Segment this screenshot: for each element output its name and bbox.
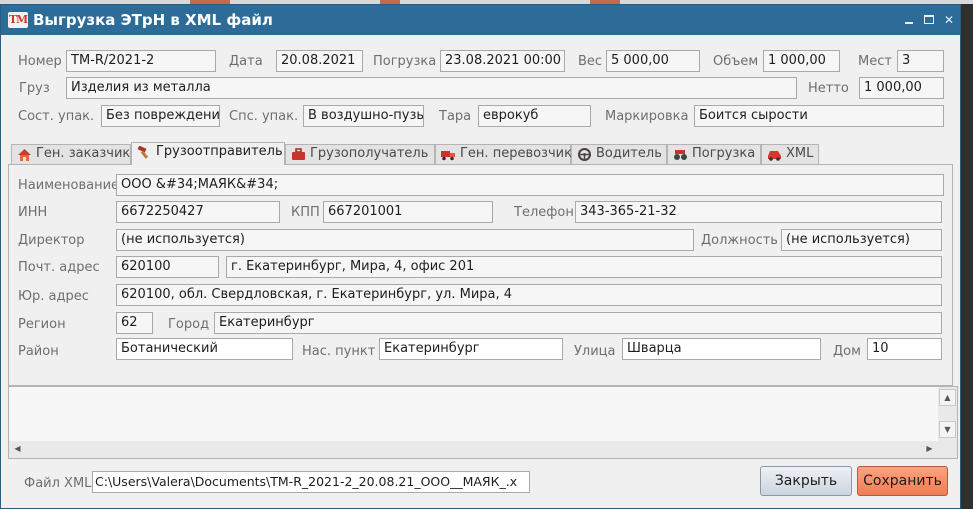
tab-label: Ген. перевозчик [460, 146, 572, 161]
scroll-left-icon[interactable]: ◀ [9, 441, 26, 458]
loading-icon [674, 150, 687, 160]
tab-general-customer[interactable]: Ген. заказчик [11, 144, 131, 164]
tab-loading[interactable]: Погрузка [667, 144, 761, 164]
director-field[interactable]: (не используется) [116, 229, 694, 251]
tab-label: Погрузка [692, 146, 756, 161]
postal-address-label: Почт. адрес [18, 260, 100, 275]
cargo-field[interactable]: Изделия из металла [66, 77, 797, 99]
city-label: Город [168, 317, 210, 332]
name-label: Наименование [18, 178, 120, 193]
net-field[interactable]: 1 000,00 [859, 77, 944, 99]
inn-label: ИНН [18, 205, 48, 220]
weight-label: Вес [578, 54, 603, 69]
kpp-field[interactable]: 667201001 [323, 201, 493, 223]
tab-driver[interactable]: Водитель [571, 144, 667, 164]
region-label: Регион [18, 317, 66, 332]
phone-field[interactable]: 343-365-21-32 [575, 201, 942, 223]
street-label: Улица [574, 344, 616, 359]
net-label: Нетто [808, 81, 849, 96]
tab-xml[interactable]: XML [761, 144, 819, 164]
app-logo-icon: ТМ [8, 12, 28, 28]
position-label: Должность [701, 233, 778, 248]
tab-shipper[interactable]: Грузоотправитель [131, 142, 285, 165]
house-label: Дом [833, 344, 861, 359]
weight-field[interactable]: 5 000,00 [606, 50, 700, 72]
postal-address-field[interactable]: г. Екатеринбург, Мира, 4, офис 201 [226, 256, 942, 278]
date-field[interactable]: 20.08.2021 [276, 50, 363, 72]
house-field[interactable]: 10 [867, 338, 942, 360]
container-label: Тара [439, 109, 472, 124]
inn-field[interactable]: 6672250427 [116, 201, 280, 223]
tab-label: Водитель [596, 146, 662, 161]
car-icon [768, 151, 781, 161]
shipper-panel: Наименование ООО &#34;МАЯК&#34; ИНН 6672… [8, 164, 953, 386]
name-field[interactable]: ООО &#34;МАЯК&#34; [116, 174, 944, 196]
number-label: Номер [18, 54, 62, 69]
scroll-right-icon[interactable]: ▶ [921, 441, 938, 458]
kpp-label: КПП [291, 205, 320, 220]
close-icon[interactable]: ✕ [942, 13, 956, 27]
xml-file-label: Файл XML [24, 476, 92, 491]
phone-label: Телефон [514, 205, 574, 220]
city-field[interactable]: Екатеринбург [214, 312, 942, 334]
hammer-icon [137, 146, 149, 159]
log-memo[interactable]: ▲ ▼ ◀ ▶ [8, 386, 958, 459]
locality-label: Нас. пункт [302, 344, 376, 359]
tab-general-carrier[interactable]: Ген. перевозчик [435, 144, 572, 164]
loading-date-label: Погрузка [373, 54, 437, 69]
maximize-icon[interactable] [922, 13, 936, 27]
tab-label: Грузоотправитель [156, 144, 283, 159]
scroll-up-icon[interactable]: ▲ [939, 389, 956, 406]
date-label: Дата [229, 54, 263, 69]
director-label: Директор [18, 233, 85, 248]
places-label: Мест [858, 54, 892, 69]
xml-file-path-field[interactable]: C:\Users\Valera\Documents\TM-R_2021-2_20… [92, 471, 530, 493]
marking-field[interactable]: Боится сырости [694, 105, 944, 127]
container-field[interactable]: еврокуб [478, 105, 591, 127]
pack-state-label: Сост. упак. [18, 109, 95, 124]
tab-label: Ген. заказчик [36, 146, 131, 161]
volume-label: Объем [713, 54, 759, 69]
locality-field[interactable]: Екатеринбург [379, 338, 563, 360]
district-field[interactable]: Ботанический [116, 338, 293, 360]
volume-field[interactable]: 1 000,00 [763, 50, 840, 72]
tab-label: Грузополучатель [310, 146, 429, 161]
window-title: Выгрузка ЭТрН в XML файл [33, 11, 273, 29]
tab-consignee[interactable]: Грузополучатель [285, 144, 435, 164]
street-field[interactable]: Шварца [622, 338, 821, 360]
steering-wheel-icon [578, 148, 591, 161]
loading-date-field[interactable]: 23.08.2021 00:00 [440, 50, 565, 72]
marking-label: Маркировка [605, 109, 689, 124]
suitcase-icon [292, 148, 305, 160]
pack-method-field[interactable]: В воздушно-пузыр [303, 105, 424, 127]
postal-index-field[interactable]: 620100 [116, 256, 219, 278]
close-button[interactable]: Закрыть [760, 466, 852, 496]
pack-method-label: Спс. упак. [229, 109, 299, 124]
region-field[interactable]: 62 [116, 312, 153, 334]
vertical-scrollbar[interactable]: ▲ ▼ [938, 387, 957, 458]
places-field[interactable]: 3 [897, 50, 944, 72]
scroll-down-icon[interactable]: ▼ [939, 421, 956, 438]
pack-state-field[interactable]: Без повреждений [101, 105, 220, 127]
legal-address-label: Юр. адрес [18, 289, 89, 304]
save-button[interactable]: Сохранить [857, 466, 948, 496]
tab-label: XML [786, 146, 814, 161]
cargo-label: Груз [19, 81, 50, 96]
position-field[interactable]: (не используется) [781, 229, 942, 251]
district-label: Район [18, 344, 59, 359]
legal-address-field[interactable]: 620100, обл. Свердловская, г. Екатеринбу… [116, 284, 942, 306]
horizontal-scrollbar[interactable]: ◀ ▶ [9, 441, 939, 458]
minimize-icon[interactable] [902, 13, 916, 27]
house-icon [18, 149, 31, 161]
truck-icon [441, 151, 455, 161]
export-window: ТМ Выгрузка ЭТрН в XML файл ✕ Номер TM-R… [0, 4, 961, 509]
title-bar[interactable]: ТМ Выгрузка ЭТрН в XML файл ✕ [1, 5, 960, 35]
number-field[interactable]: TM-R/2021-2 [66, 50, 216, 72]
